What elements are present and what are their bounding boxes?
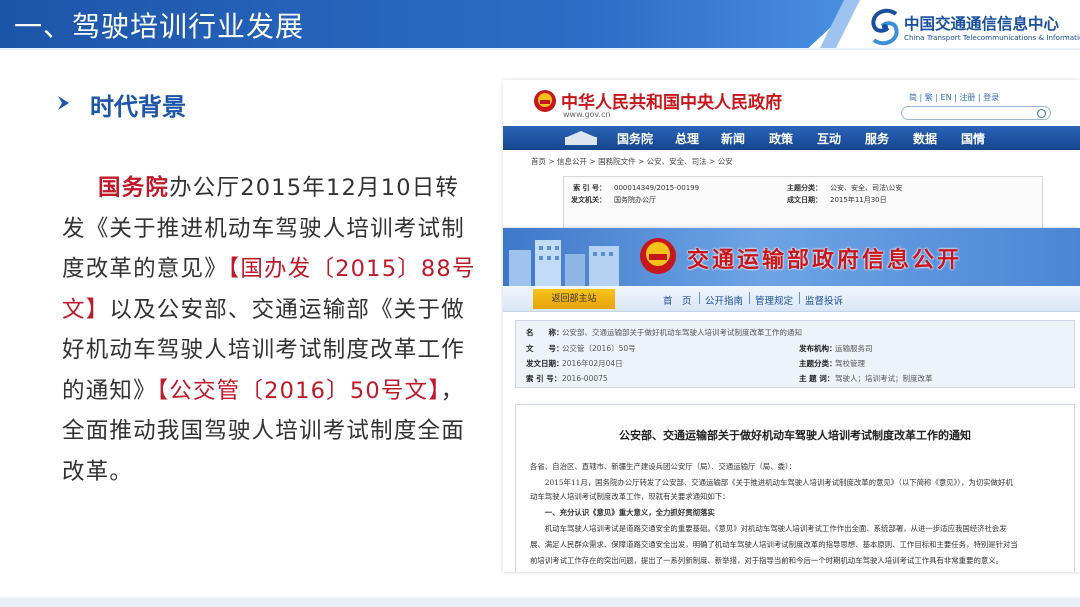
mot-nav-item[interactable]: 首 页 [663,293,692,307]
mot-site-screenshot: 交通运输部政府信息公开 返回部主站 首 页 公开指南 管理规定 监督投诉 名 称… [503,228,1080,572]
gov-nav-item[interactable]: 新闻 [721,130,745,147]
gov-site-screenshot: 中华人民共和国中央人民政府 www.gov.cn 简 | 繁 | EN | 注册… [503,80,1080,230]
gov-nav-item[interactable]: 互动 [817,130,841,147]
mot-meta-row: 名 称：公安部、交通运输部关于做好机动车驾驶人培训考试制度改革工作的通知 [526,328,802,337]
gov-nav-item[interactable]: 服务 [865,130,889,147]
document-title: 公安部、交通运输部关于做好机动车驾驶人培训考试制度改革工作的通知 [619,429,971,442]
mot-banner: 交通运输部政府信息公开 [503,228,1080,286]
mot-meta-row: 发布机构：运输服务司 [799,344,873,353]
building-icon[interactable] [563,129,599,147]
mot-nav-bar: 返回部主站 首 页 公开指南 管理规定 监督投诉 [503,286,1080,312]
gov-meta-row: 索 引 号： 000014349/2015-00199 [573,184,700,192]
mot-meta-table: 名 称：公安部、交通运输部关于做好机动车驾驶人培训考试制度改革工作的通知 文 号… [515,320,1075,388]
gov-nav-item[interactable]: 政策 [769,130,793,147]
document-line: 各省、自治区、直辖市、新疆生产建设兵团公安厅（局）、交通运输厅（局、委）： [530,462,797,471]
footer-band [0,597,1080,607]
nav-separator [699,292,700,304]
gov-meta-table: 索 引 号： 000014349/2015-00199 发文机关： 国务院办公厅 主… [563,176,1043,230]
logo-en-text: China Transport Telecommunications & Inf… [904,33,1080,42]
document-line: 动车驾驶人培训考试制度改革工作，现就有关要求通知如下： [530,492,730,501]
body-paragraph: 国务院办公厅2015年12月10日转发《关于推进机动车驾驶人培训考试制度改革的意… [62,168,482,492]
national-emblem-icon [640,238,676,274]
cttic-logo: 中国交通通信信息中心 China Transport Telecommunica… [868,8,1080,48]
nav-separator [799,292,800,304]
mot-nav-item[interactable]: 管理规定 [755,293,793,307]
gov-nav-item[interactable]: 国情 [961,130,985,147]
mot-meta-row: 主 题 词：驾驶人；培训考试；制度改革 [799,374,933,383]
mot-nav-item[interactable]: 公开指南 [705,293,743,307]
body-reference-2: 【公交管〔2016〕50号文】 [156,377,441,404]
section-heading: 时代背景 [90,93,186,121]
gov-site-url: www.gov.cn [563,110,611,119]
arrow-bullet-icon [58,96,69,110]
header-bar: 一、驾驶培训行业发展 中国交通通信信息中心 China Transport Te… [0,0,1080,48]
mot-site-title: 交通运输部政府信息公开 [687,248,963,273]
gov-search-input[interactable] [901,106,1051,120]
logo-cn-text: 中国交通通信信息中心 [904,15,1060,33]
nav-separator [749,292,750,304]
mot-meta-row: 发文日期：2016年02月04日 [526,359,623,368]
gov-site-tools[interactable]: 简 | 繁 | EN | 注册 | 登录 [909,92,999,103]
return-home-button[interactable]: 返回部主站 [533,289,615,309]
document-line: 2015年11月，国务院办公厅转发了公安部、交通运输部《关于推进机动车驾驶人培训… [530,478,1013,487]
page-title: 一、驾驶培训行业发展 [14,10,305,43]
gov-nav-bar: 国务院 总理 新闻 政策 互动 服务 数据 国情 [503,126,1080,150]
gov-meta-row: 成文日期： 2015年11月30日 [787,196,887,204]
mot-meta-row: 主题分类：驾校管理 [799,359,865,368]
document-line: 展、满足人民群众需求、保障道路交通安全出发，明确了机动车驾驶人培训考试制度改革的… [530,540,1018,549]
mot-nav-item[interactable]: 监督投诉 [805,293,843,307]
gov-breadcrumb[interactable]: 首页 > 信息公开 > 国務院文件 > 公安、安全、司法 > 公安 [531,156,733,167]
document-line: 前培训考试工作存在的突出问题，提出了一系列新制度、新举措，对于指导当前和今后一个… [530,556,1004,565]
building-icon [509,240,619,286]
gov-nav-item[interactable]: 国务院 [617,130,653,147]
search-icon[interactable] [1037,109,1046,118]
document-line: 机动车驾驶人培训考试是道路交通安全的重要基础。《意见》对机动车驾驶人培训考试工作… [530,524,1007,533]
gov-meta-row: 主题分类： 公安、安全、司法\公安 [787,184,903,192]
mot-meta-row: 索 引 号：2016-00075 [526,374,608,383]
mot-meta-row: 文 号：公交管〔2016〕50号 [526,344,636,353]
cttic-logo-icon [871,8,899,46]
national-emblem-icon [534,90,556,112]
document-line: 一、充分认识《意见》重大意义，全力抓好贯彻落实 [530,508,715,517]
gov-nav-item[interactable]: 数据 [913,130,937,147]
mot-document: 公安部、交通运输部关于做好机动车驾驶人培训考试制度改革工作的通知 各省、自治区、… [515,404,1075,572]
gov-nav-item[interactable]: 总理 [675,130,699,147]
header-divider [0,48,1080,50]
body-emphasis: 国务院 [98,175,170,201]
gov-meta-row: 发文机关： 国务院办公厅 [571,196,656,204]
